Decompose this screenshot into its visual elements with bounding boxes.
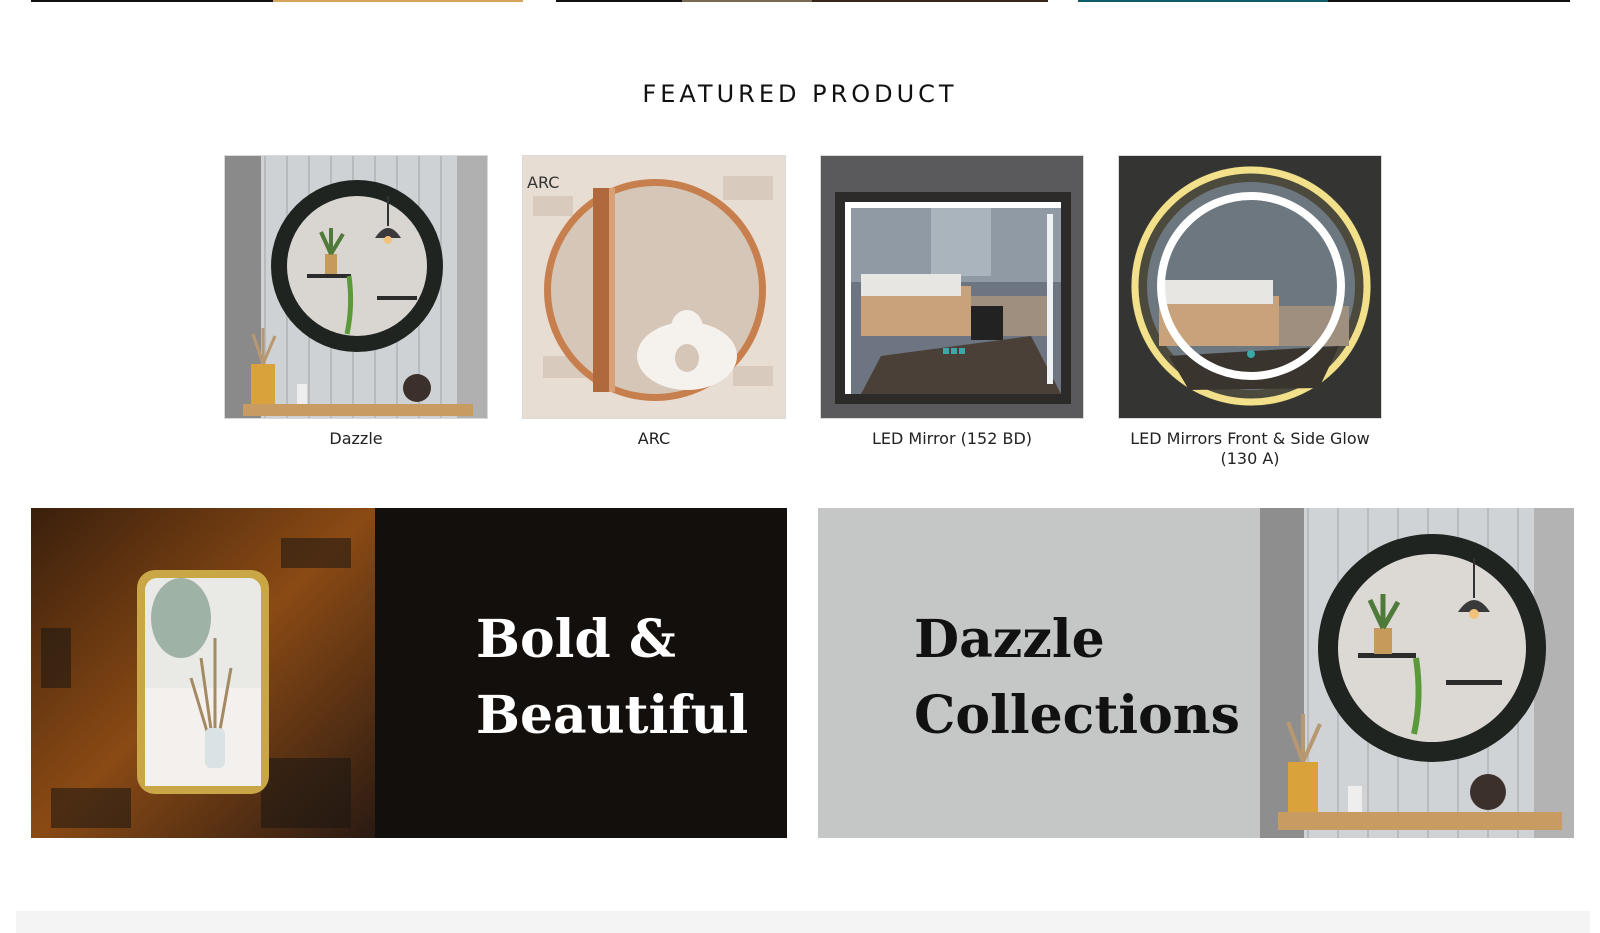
product-name[interactable]: Dazzle	[224, 429, 488, 449]
product-image-led-glow[interactable]	[1118, 155, 1382, 419]
product-image-dazzle[interactable]	[224, 155, 488, 419]
product-name[interactable]: LED Mirrors Front & Side Glow (130 A)	[1118, 429, 1382, 469]
product-card-dazzle[interactable]: Dazzle	[224, 155, 488, 449]
banner-line-2: Beautiful	[476, 685, 749, 746]
product-image-arc[interactable]: ARC	[522, 155, 786, 419]
arc-image-label: ARC	[527, 173, 559, 192]
product-card-arc[interactable]: ARC ARC	[522, 155, 786, 449]
banner-line-1: Bold &	[476, 609, 676, 670]
banner-headline: Bold & Beautiful	[476, 602, 776, 754]
footer-band	[16, 911, 1590, 933]
banner-headline: Dazzle Collections	[914, 602, 1244, 754]
previous-row-strip	[0, 0, 1600, 2]
product-name[interactable]: LED Mirror (152 BD)	[820, 429, 1084, 449]
product-card-led-mirror[interactable]: LED Mirror (152 BD)	[820, 155, 1084, 449]
product-image-led-mirror[interactable]	[820, 155, 1084, 419]
banner-line-1: Dazzle	[914, 609, 1105, 670]
product-name[interactable]: ARC	[522, 429, 786, 449]
banner-line-2: Collections	[914, 685, 1240, 746]
product-card-led-glow[interactable]: LED Mirrors Front & Side Glow (130 A)	[1118, 155, 1382, 469]
banner-bold-beautiful[interactable]: Bold & Beautiful	[31, 508, 787, 838]
section-title: FEATURED PRODUCT	[642, 80, 958, 108]
banner-dazzle-collections[interactable]: Dazzle Collections	[818, 508, 1574, 838]
